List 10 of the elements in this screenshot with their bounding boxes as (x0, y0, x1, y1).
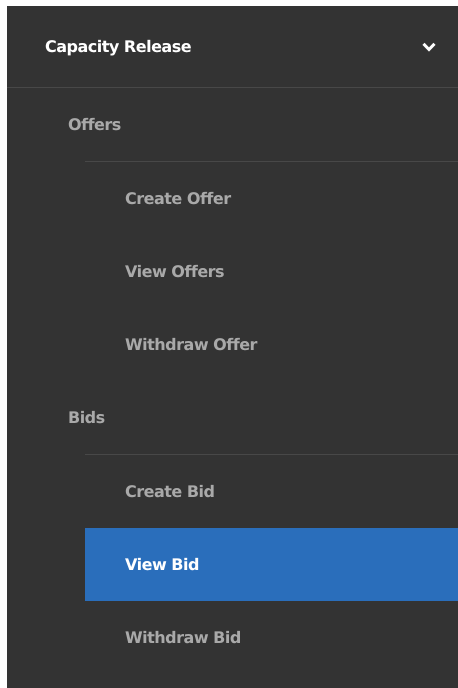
group-heading[interactable]: Offers (7, 88, 458, 162)
menu-title: Capacity Release (45, 37, 192, 56)
menu-item[interactable]: Create Offer (85, 162, 458, 235)
menu-item[interactable]: Withdraw Offer (85, 308, 458, 381)
menu-item[interactable]: View Bid (85, 528, 458, 601)
menu-item[interactable]: View Offers (85, 235, 458, 308)
menu-item[interactable]: Create Bid (85, 455, 458, 528)
menu-header[interactable]: Capacity Release (7, 6, 458, 88)
menu-item[interactable]: Withdraw Bid (85, 601, 458, 674)
group-heading[interactable]: Bids (7, 381, 458, 455)
